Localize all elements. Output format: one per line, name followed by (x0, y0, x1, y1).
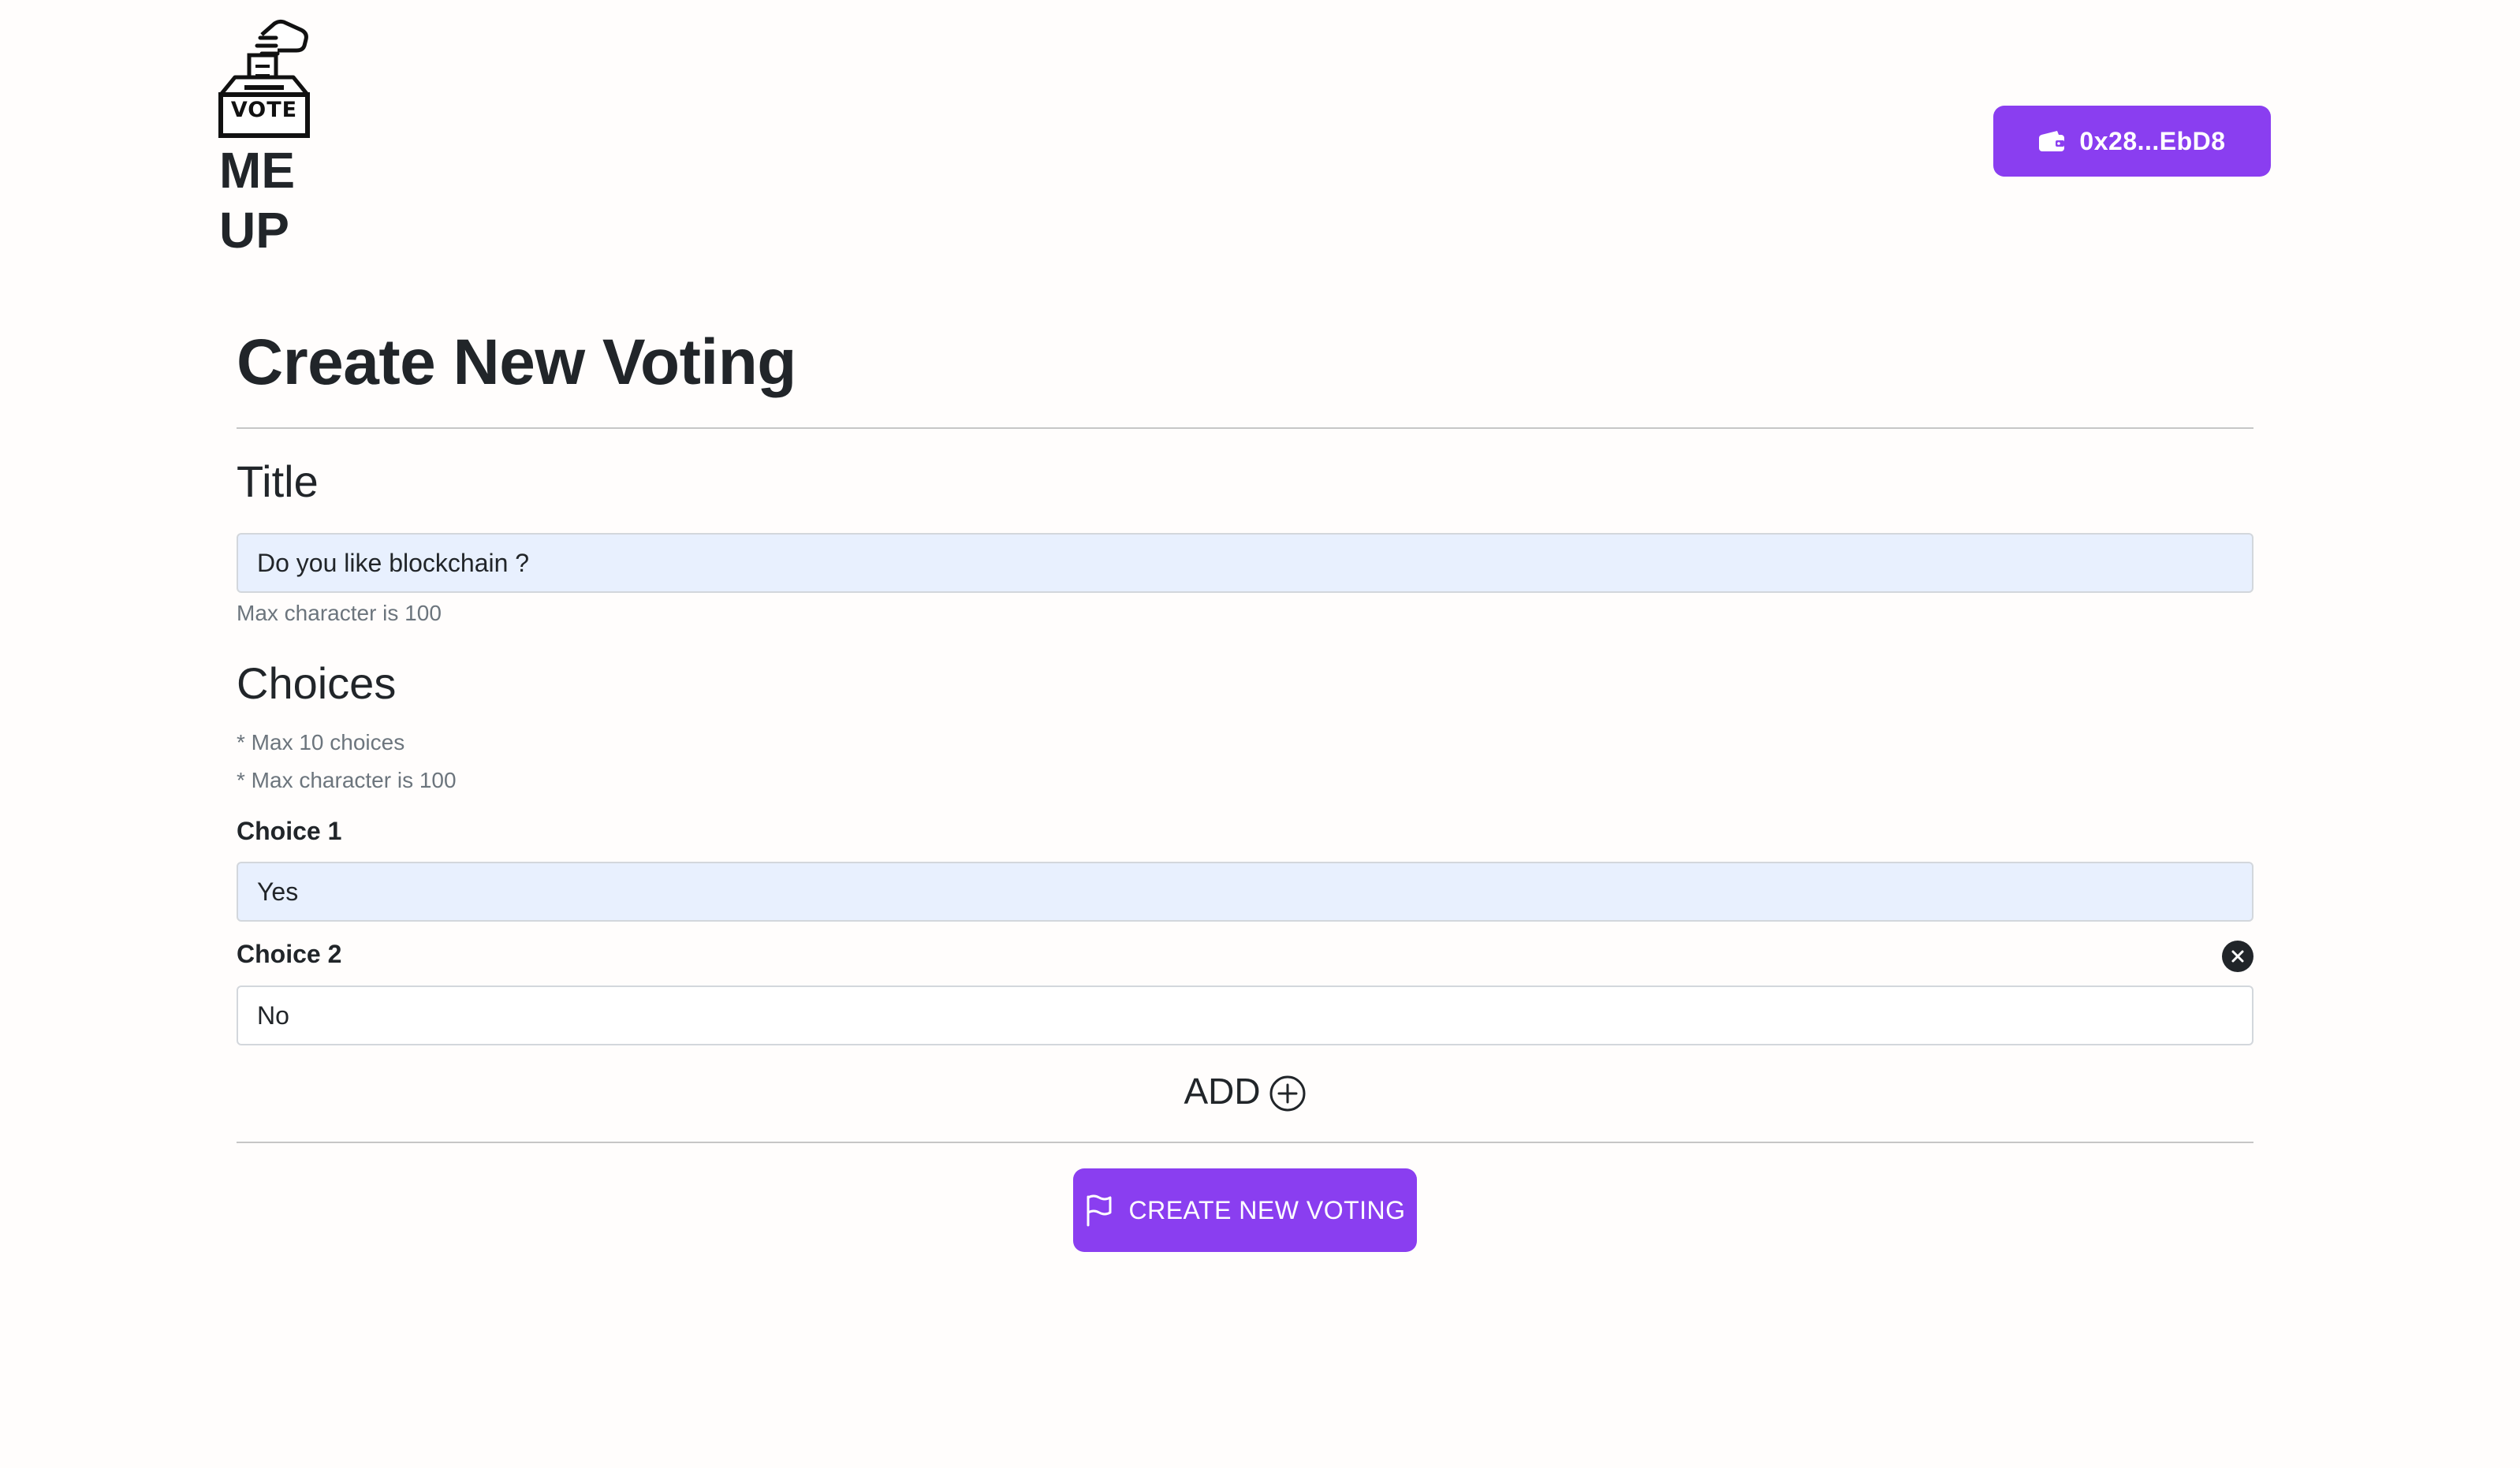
add-choice-button[interactable]: ADD (237, 1069, 2253, 1113)
create-new-voting-label: CREATE NEW VOTING (1128, 1195, 1406, 1224)
choices-section-heading: Choices (237, 658, 397, 708)
choices-note-max-characters: * Max character is 100 (237, 768, 457, 792)
wallet-address: 0x28...EbD8 (2079, 126, 2226, 155)
brand-name: ME UP (219, 140, 336, 260)
brand-name-line-1: ME (219, 142, 295, 199)
choice-1-input[interactable] (237, 862, 2253, 922)
logo-vote-label: VOTE (230, 98, 298, 122)
wallet-icon (2039, 131, 2065, 151)
choice-2-label: Choice 2 (237, 940, 342, 968)
divider-bottom (237, 1142, 2253, 1143)
choice-1-label: Choice 1 (237, 817, 342, 845)
brand-name-line-2: UP (219, 202, 289, 259)
title-help-text: Max character is 100 (237, 601, 442, 625)
wallet-address-button[interactable]: 0x28...EbD8 (1993, 106, 2271, 177)
title-section-heading: Title (237, 456, 319, 506)
choices-note-max-choices: * Max 10 choices (237, 730, 405, 754)
create-new-voting-button[interactable]: CREATE NEW VOTING (1073, 1168, 1417, 1252)
title-input[interactable] (237, 533, 2253, 593)
close-icon (2231, 950, 2244, 963)
add-choice-label: ADD (1184, 1071, 1261, 1112)
remove-choice-2-button[interactable] (2222, 941, 2253, 972)
plus-circle-icon (1269, 1075, 1306, 1112)
page-title: Create New Voting (237, 326, 796, 398)
divider (237, 427, 2253, 429)
app-logo[interactable]: VOTE ME UP (218, 19, 336, 260)
flag-icon (1087, 1194, 1112, 1227)
choice-2-input[interactable] (237, 985, 2253, 1045)
